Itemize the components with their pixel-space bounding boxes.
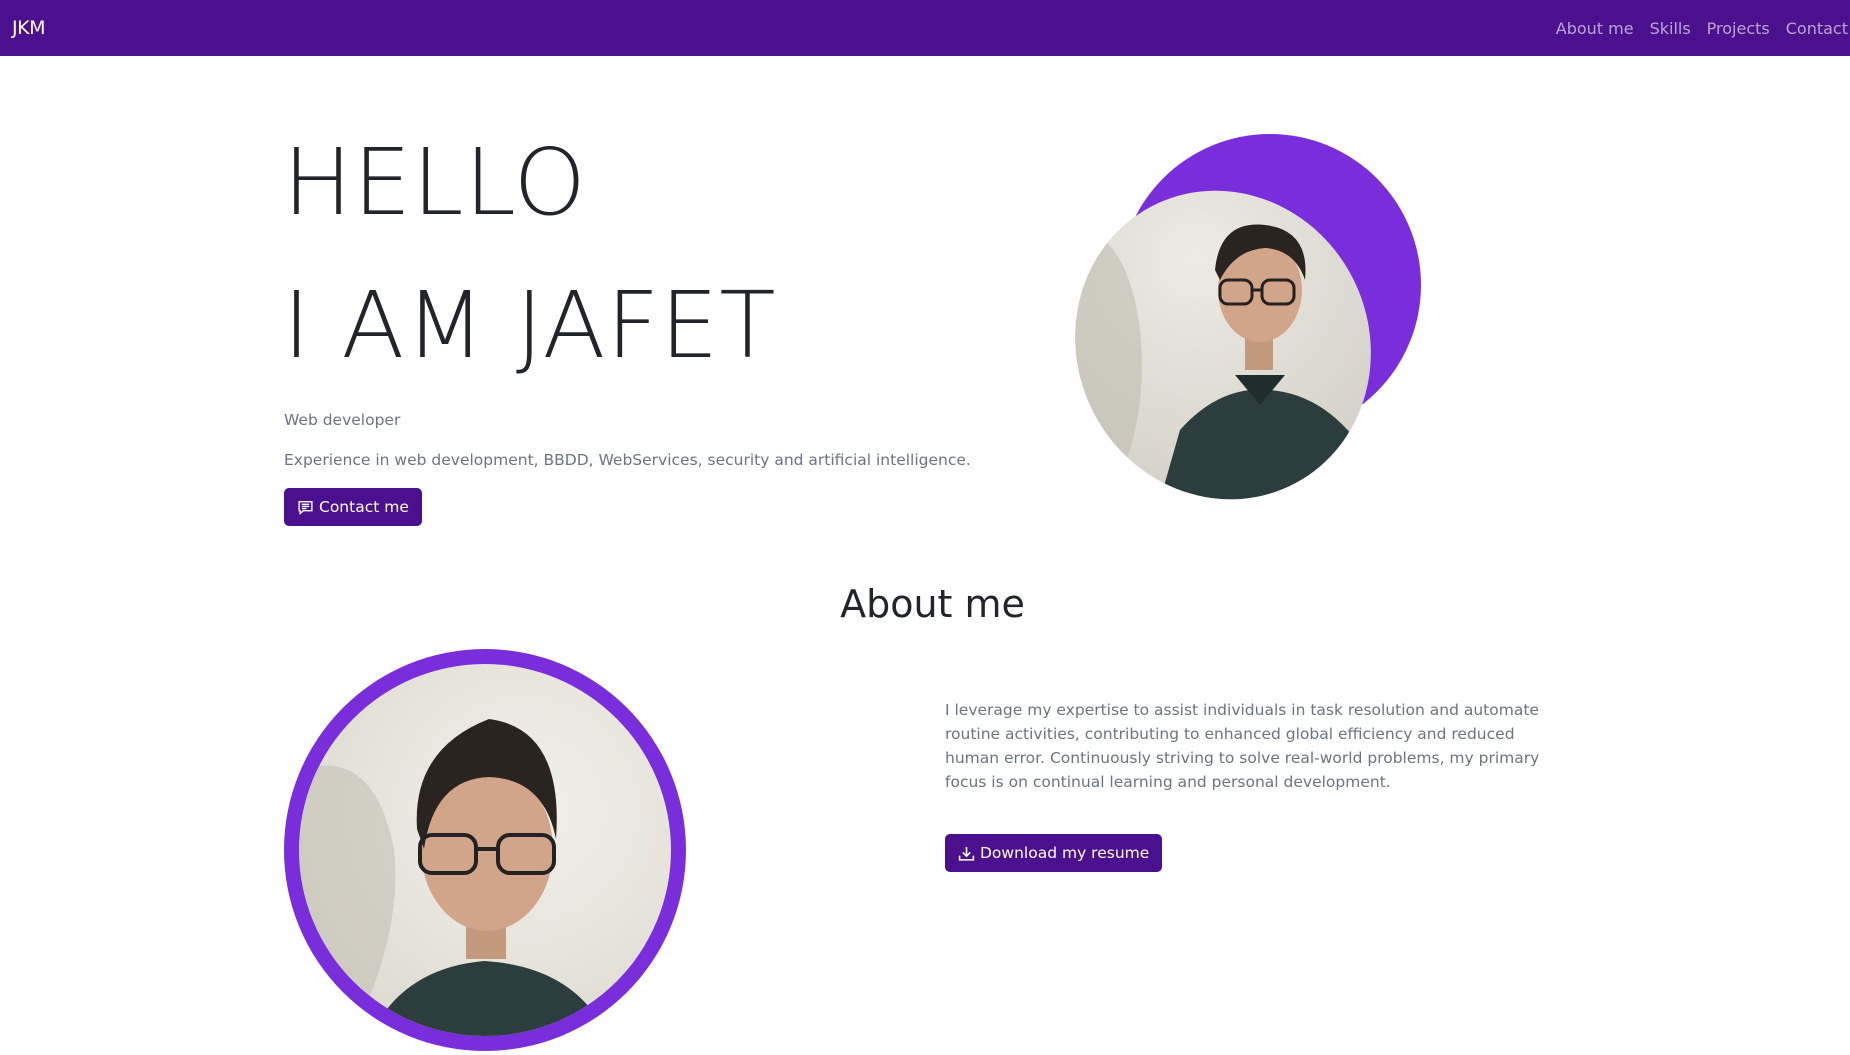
about-section-title: About me: [840, 582, 1025, 626]
nav-links: About me Skills Projects Contact: [1556, 19, 1848, 38]
about-paragraph: I leverage my expertise to assist indivi…: [945, 701, 1540, 791]
nav-link-skills[interactable]: Skills: [1650, 19, 1691, 38]
nav-link-projects[interactable]: Projects: [1707, 19, 1770, 38]
hero-description: Experience in web development, BBDD, Web…: [284, 451, 971, 469]
nav-link-about[interactable]: About me: [1556, 19, 1634, 38]
about-profile-photo: [284, 649, 686, 1051]
hero-subtitle: Web developer: [284, 411, 401, 429]
hero-greeting: HELLO: [283, 129, 587, 236]
chat-icon: [298, 500, 313, 515]
hero-profile-photo: [1070, 130, 1430, 500]
brand-logo[interactable]: JKM: [12, 17, 45, 39]
contact-button-label: Contact me: [319, 498, 409, 516]
download-button-label: Download my resume: [980, 844, 1150, 862]
nav-link-contact[interactable]: Contact: [1786, 19, 1848, 38]
download-icon: [958, 846, 975, 861]
navbar: JKM About me Skills Projects Contact: [0, 0, 1850, 56]
hero-name: I AM JAFET: [283, 272, 777, 379]
contact-button[interactable]: Contact me: [284, 488, 422, 526]
download-resume-button[interactable]: Download my resume: [945, 834, 1163, 872]
